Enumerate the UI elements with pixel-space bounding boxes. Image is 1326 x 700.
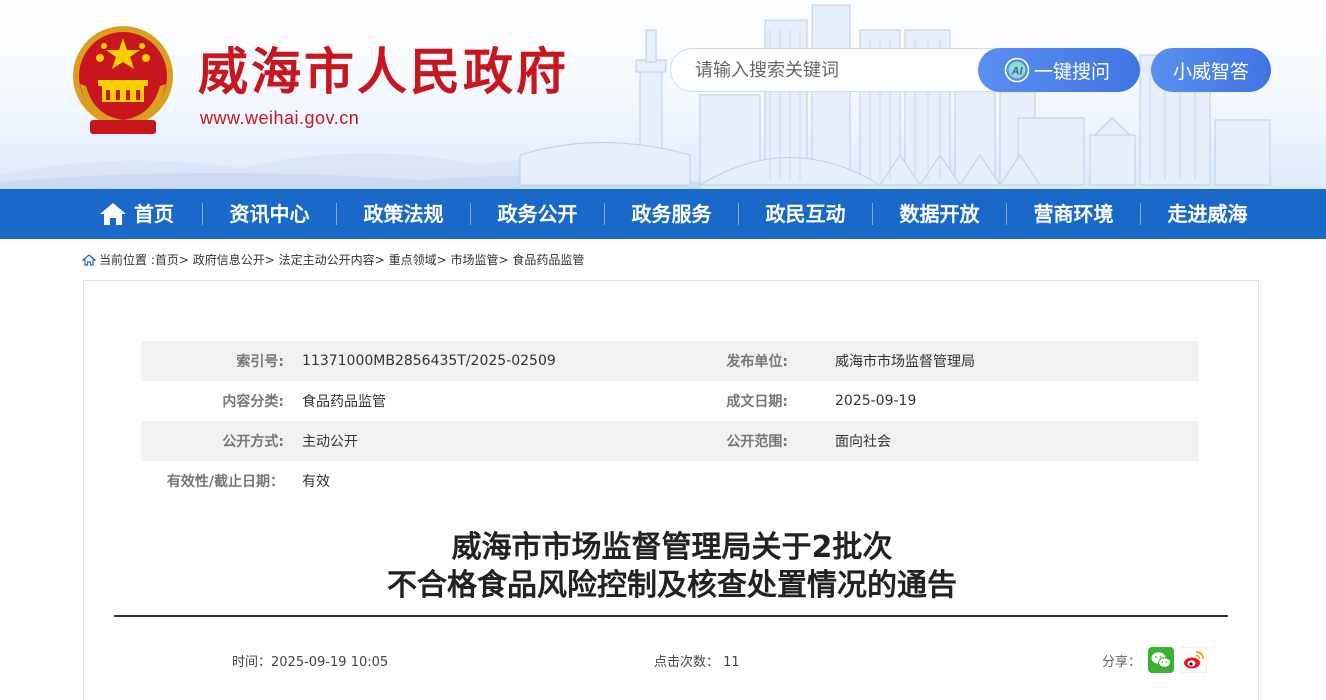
breadcrumb-separator: > — [436, 252, 447, 267]
nav-item-about-weihai[interactable]: 走进威海 — [1141, 189, 1274, 239]
breadcrumb-prefix: 当前位置 : — [99, 253, 155, 267]
validity-value: 有效 — [302, 474, 330, 490]
article-title-line-1: 威海市市场监督管理局关于2批次 — [451, 530, 893, 565]
main-nav: 首页 资讯中心 政策法规 政务公开 政务服务 政民互动 数据开放 营商环境 走进… — [0, 189, 1326, 239]
article-title: 威海市市场监督管理局关于2批次 不合格食品风险控制及核查处置情况的通告 — [84, 529, 1260, 605]
article-info-bar: 时间：2025-09-19 10:05 点击次数： 11 分享： — [84, 647, 1260, 673]
breadcrumb-link-key-areas[interactable]: 重点领域 — [389, 251, 437, 268]
date-value: 2025-09-19 — [835, 393, 917, 409]
nav-label-home: 首页 — [134, 202, 174, 226]
site-title: 威海市人民政府 — [198, 43, 569, 101]
time-label: 时间： — [232, 655, 272, 670]
title-divider — [114, 615, 1228, 617]
wechat-icon[interactable] — [1148, 647, 1174, 673]
nav-item-gov-affairs[interactable]: 政务公开 — [471, 189, 604, 239]
views-value: 11 — [723, 655, 740, 670]
metadata-row: 有效性/截止日期： 有效 — [141, 461, 1199, 501]
search-input[interactable] — [695, 49, 975, 91]
nav-item-business[interactable]: 营商环境 — [1007, 189, 1140, 239]
home-icon — [82, 253, 96, 266]
breadcrumb-link-home[interactable]: 首页 — [155, 251, 179, 268]
article-title-line-2: 不合格食品风险控制及核查处置情况的通告 — [387, 568, 957, 603]
ai-search-button[interactable]: AI 一键搜问 — [978, 48, 1140, 92]
scope-label: 公开范围: — [726, 434, 788, 450]
method-label: 公开方式: — [222, 434, 284, 450]
breadcrumb: 当前位置 : 首页 > 政府信息公开 > 法定主动公开内容 > 重点领域 > 市… — [82, 251, 584, 268]
nav-item-interaction[interactable]: 政民互动 — [739, 189, 872, 239]
validity-label: 有效性/截止日期： — [166, 474, 284, 490]
nav-item-policy[interactable]: 政策法规 — [337, 189, 470, 239]
breadcrumb-separator: > — [374, 252, 385, 267]
home-icon — [100, 203, 126, 225]
breadcrumb-link-market[interactable]: 市场监管 — [450, 251, 498, 268]
breadcrumb-separator: > — [264, 252, 275, 267]
view-count: 点击次数： 11 — [654, 651, 740, 670]
breadcrumb-link-gov-info[interactable]: 政府信息公开 — [193, 251, 265, 268]
method-value: 主动公开 — [302, 434, 358, 450]
date-label: 成文日期: — [726, 394, 788, 410]
breadcrumb-link-statutory[interactable]: 法定主动公开内容 — [279, 251, 375, 268]
breadcrumb-link-food-drug[interactable]: 食品药品监管 — [512, 251, 584, 268]
metadata-row: 内容分类: 食品药品监管 成文日期: 2025-09-19 — [141, 381, 1199, 421]
category-value: 食品药品监管 — [302, 394, 386, 410]
assistant-button[interactable]: 小威智答 — [1151, 48, 1271, 92]
publisher-value: 威海市市场监督管理局 — [835, 354, 975, 370]
nav-item-news[interactable]: 资讯中心 — [203, 189, 336, 239]
share-label: 分享： — [1102, 655, 1142, 670]
index-label: 索引号: — [236, 354, 284, 370]
time-value: 2025-09-19 10:05 — [271, 655, 389, 670]
content-card: 索引号: 11371000MB2856435T/2025-02509 发布单位:… — [83, 280, 1259, 700]
views-label: 点击次数： — [654, 655, 720, 670]
weibo-icon[interactable] — [1181, 647, 1207, 673]
nav-item-gov-services[interactable]: 政务服务 — [605, 189, 738, 239]
ai-icon: AI — [1004, 57, 1030, 83]
site-url[interactable]: www.weihai.gov.cn — [200, 108, 359, 129]
header-banner: 威海市人民政府 www.weihai.gov.cn AI 一键搜问 小威智答 — [0, 0, 1326, 189]
category-label: 内容分类: — [222, 394, 284, 410]
ai-search-label: 一键搜问 — [1034, 60, 1111, 83]
national-emblem-logo — [73, 26, 173, 134]
ai-icon-text: AI — [1011, 66, 1024, 78]
breadcrumb-separator: > — [498, 252, 509, 267]
index-value: 11371000MB2856435T/2025-02509 — [302, 353, 556, 369]
metadata-table: 索引号: 11371000MB2856435T/2025-02509 发布单位:… — [141, 341, 1199, 501]
metadata-row: 公开方式: 主动公开 公开范围: 面向社会 — [141, 421, 1199, 461]
breadcrumb-separator: > — [178, 252, 189, 267]
nav-item-home[interactable]: 首页 — [70, 189, 202, 239]
publish-time: 时间：2025-09-19 10:05 — [232, 651, 388, 670]
metadata-row: 索引号: 11371000MB2856435T/2025-02509 发布单位:… — [141, 341, 1199, 381]
nav-item-open-data[interactable]: 数据开放 — [873, 189, 1006, 239]
scope-value: 面向社会 — [835, 434, 891, 450]
publisher-label: 发布单位: — [726, 354, 788, 370]
